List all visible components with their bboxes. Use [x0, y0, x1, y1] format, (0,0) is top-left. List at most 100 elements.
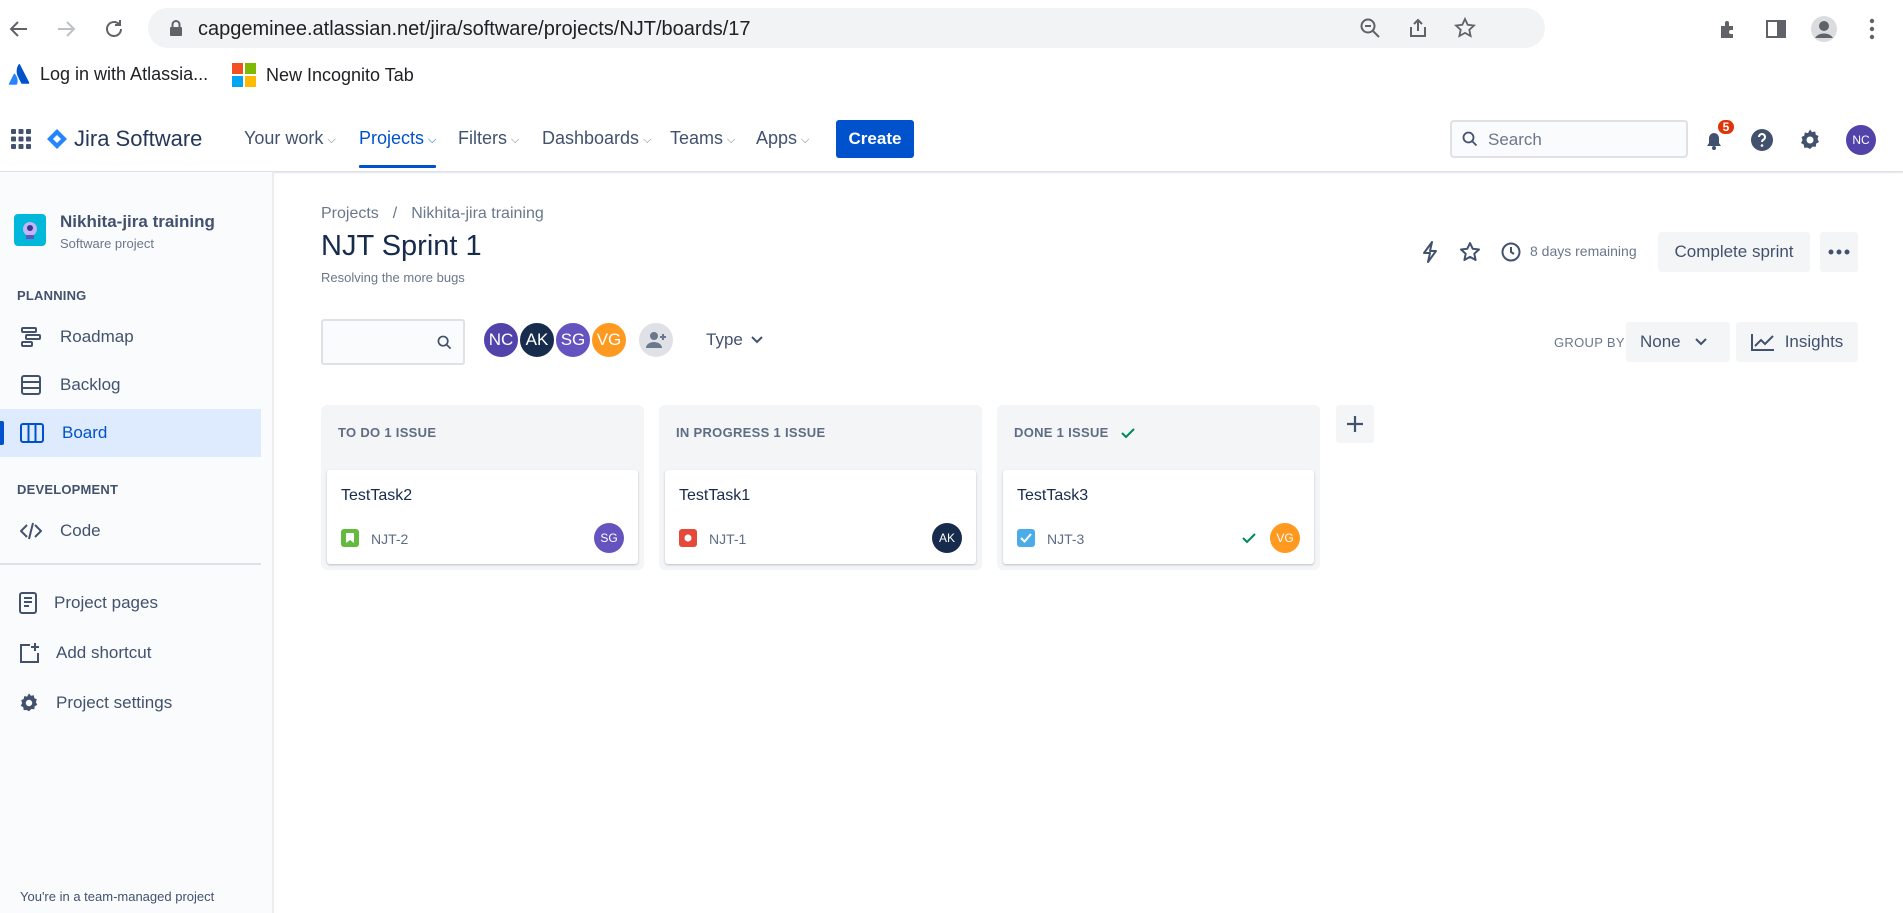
team-managed-notice: You're in a team-managed project: [20, 889, 215, 904]
search-icon: [1462, 131, 1478, 147]
column-heading-text: TO DO 1 ISSUE: [338, 425, 437, 440]
issue-title: TestTask2: [341, 487, 413, 504]
nav-your-work[interactable]: Your work ⌵: [244, 128, 336, 149]
board-search-input[interactable]: [321, 319, 465, 365]
complete-sprint-button[interactable]: Complete sprint: [1658, 232, 1810, 272]
sidebar-item-roadmap[interactable]: Roadmap: [0, 313, 261, 361]
assignee-avatar[interactable]: AK: [932, 523, 962, 553]
share-icon[interactable]: [1407, 17, 1429, 39]
sidebar-item-label: Board: [62, 423, 108, 442]
lock-icon: [168, 19, 184, 37]
reload-icon[interactable]: [99, 14, 129, 44]
chevron-down-icon: ⌵: [327, 133, 336, 146]
sidebar-item-label: Project pages: [54, 593, 158, 612]
story-icon: [341, 529, 359, 547]
column-heading: IN PROGRESS 1 ISSUE: [676, 425, 825, 440]
assignee-filter-avatar[interactable]: VG: [590, 321, 628, 359]
project-type: Software project: [60, 236, 154, 251]
jira-diamond-icon: [46, 128, 68, 150]
group-by-label: GROUP BY: [1554, 335, 1625, 350]
url-text: capgeminee.atlassian.net/jira/software/p…: [198, 18, 751, 40]
column-heading-text: IN PROGRESS 1 ISSUE: [676, 425, 826, 440]
nav-apps[interactable]: Apps ⌵: [756, 128, 809, 149]
create-button[interactable]: Create: [836, 120, 914, 158]
issue-card[interactable]: TestTask1 NJT-1 AK: [665, 470, 976, 564]
search-input[interactable]: Search: [1450, 120, 1688, 158]
column-heading: DONE 1 ISSUE: [1014, 425, 1135, 440]
side-panel-icon[interactable]: [1760, 13, 1792, 45]
profile-icon[interactable]: [1808, 13, 1840, 45]
bookmark-star-icon[interactable]: [1454, 17, 1476, 39]
automation-lightning-icon[interactable]: [1416, 238, 1444, 266]
nav-projects[interactable]: Projects ⌵: [359, 128, 437, 168]
nav-label: Dashboards: [542, 128, 640, 148]
zoom-icon[interactable]: [1359, 17, 1381, 39]
breadcrumb-projects[interactable]: Projects: [321, 205, 379, 223]
jira-logo[interactable]: Jira Software: [46, 126, 202, 152]
back-icon[interactable]: [4, 14, 34, 44]
clock-icon: [1497, 238, 1525, 266]
group-by-dropdown[interactable]: None: [1626, 322, 1730, 362]
add-column-button[interactable]: [1336, 405, 1374, 443]
project-avatar-icon[interactable]: [14, 214, 46, 246]
address-bar[interactable]: capgeminee.atlassian.net/jira/software/p…: [148, 8, 1545, 48]
assignee-avatar[interactable]: VG: [1270, 523, 1300, 553]
type-filter-dropdown[interactable]: Type: [706, 330, 763, 350]
sidebar-item-label: Add shortcut: [56, 643, 152, 662]
bookmark-atlassian[interactable]: Log in with Atlassia...: [8, 63, 208, 85]
backlog-icon: [20, 374, 42, 396]
user-avatar[interactable]: NC: [1846, 125, 1876, 155]
add-people-button[interactable]: [637, 321, 675, 359]
roadmap-icon: [20, 326, 42, 348]
nav-teams[interactable]: Teams ⌵: [670, 128, 735, 149]
done-check-icon: [1120, 427, 1135, 439]
forward-icon[interactable]: [51, 14, 81, 44]
insights-button[interactable]: Insights: [1736, 322, 1858, 362]
assignee-filter-avatar[interactable]: SG: [554, 321, 592, 359]
chevron-down-icon: ⌵: [801, 133, 810, 146]
sidebar-item-backlog[interactable]: Backlog: [0, 361, 261, 409]
issue-card[interactable]: TestTask3 NJT-3 VG: [1003, 470, 1314, 564]
issue-card[interactable]: TestTask2 NJT-2 SG: [327, 470, 638, 564]
search-placeholder: Search: [1488, 130, 1542, 149]
app-switcher-icon[interactable]: [10, 128, 32, 150]
browser-menu-icon[interactable]: [1856, 13, 1888, 45]
insights-label: Insights: [1784, 332, 1844, 351]
extensions-icon[interactable]: [1712, 13, 1744, 45]
microsoft-logo-icon: [232, 63, 256, 87]
column-heading-text: DONE 1 ISSUE: [1014, 425, 1109, 440]
resolved-check-icon: [1242, 532, 1256, 544]
add-shortcut-icon: [18, 642, 40, 664]
issue-title: TestTask3: [1017, 487, 1089, 504]
settings-gear-icon[interactable]: [1796, 126, 1824, 154]
assignee-filter-avatar[interactable]: AK: [518, 321, 556, 359]
more-actions-button[interactable]: [1820, 232, 1858, 272]
nav-label: Filters: [458, 128, 507, 148]
assignee-filter-avatar[interactable]: NC: [482, 321, 520, 359]
sidebar-item-code[interactable]: Code: [0, 507, 261, 555]
nav-label: Projects: [359, 128, 425, 148]
sidebar-item-project-pages[interactable]: Project pages: [0, 581, 261, 625]
breadcrumb-project[interactable]: Nikhita-jira training: [411, 205, 544, 223]
project-name[interactable]: Nikhita-jira training: [60, 212, 215, 232]
sidebar-item-project-settings[interactable]: Project settings: [0, 681, 261, 725]
nav-filters[interactable]: Filters ⌵: [458, 128, 519, 149]
breadcrumb-separator: /: [392, 205, 398, 222]
development-heading: DEVELOPMENT: [17, 482, 119, 497]
nav-dashboards[interactable]: Dashboards ⌵: [542, 128, 651, 149]
sidebar-item-add-shortcut[interactable]: Add shortcut: [0, 631, 261, 675]
page-title: NJT Sprint 1: [321, 230, 482, 262]
sprint-goal: Resolving the more bugs: [321, 270, 465, 285]
nav-label: Your work: [244, 128, 324, 148]
bookmark-new-incognito[interactable]: New Incognito Tab: [232, 63, 414, 87]
board-icon: [20, 422, 44, 444]
breadcrumb: Projects / Nikhita-jira training: [321, 205, 544, 223]
bookmark-label: Log in with Atlassia...: [40, 63, 209, 84]
help-icon[interactable]: [1748, 126, 1776, 154]
days-remaining: 8 days remaining: [1530, 243, 1637, 259]
issue-key: NJT-1: [709, 531, 747, 547]
sidebar-item-label: Roadmap: [60, 327, 134, 346]
star-icon[interactable]: [1456, 238, 1484, 266]
sidebar-item-board[interactable]: Board: [0, 409, 261, 457]
assignee-avatar[interactable]: SG: [594, 523, 624, 553]
